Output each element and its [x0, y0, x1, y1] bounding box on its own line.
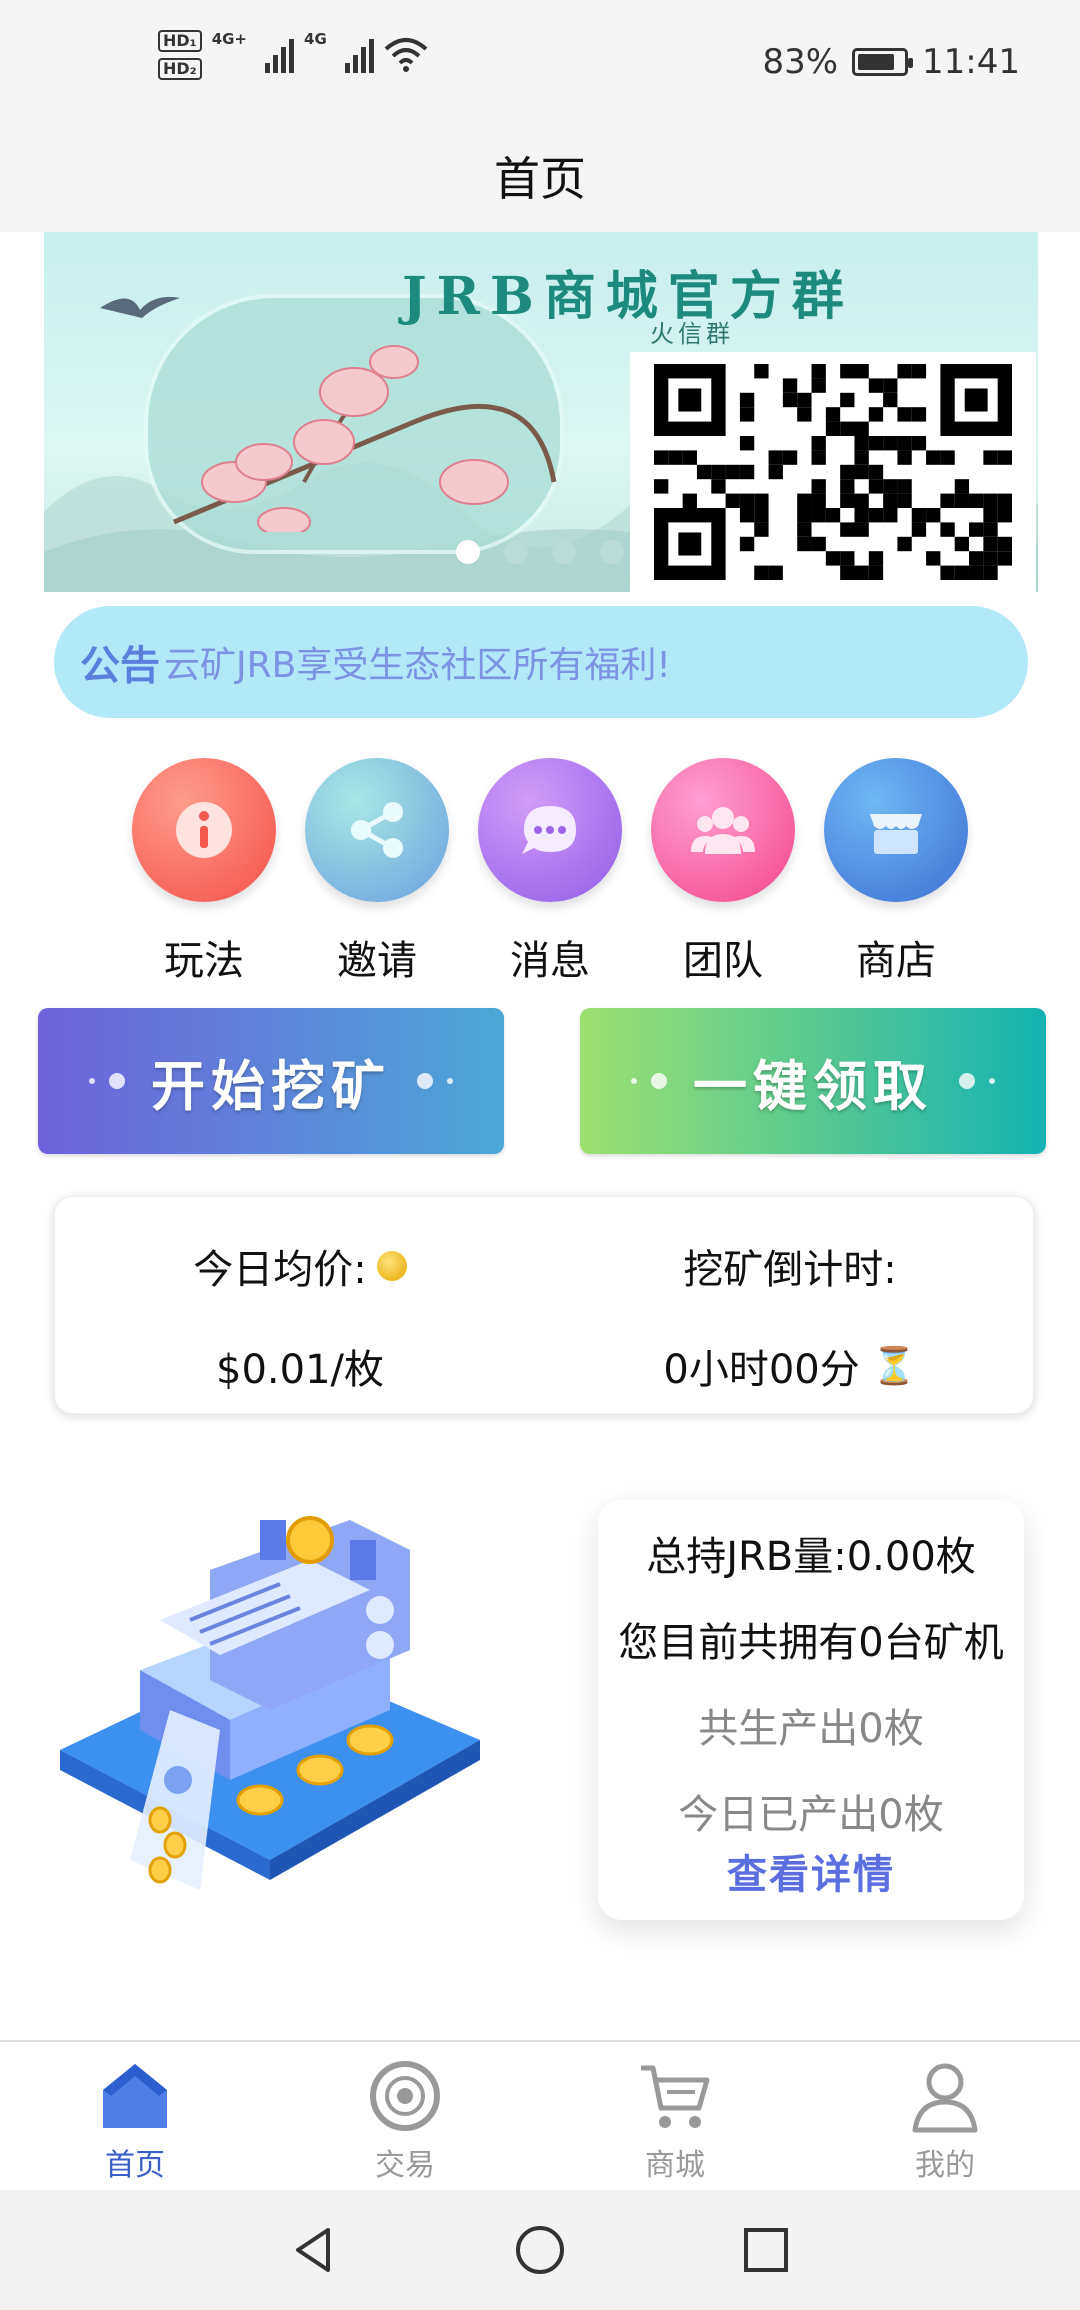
- shortcut-row: 玩法 邀请 消息 团队 商店: [120, 758, 980, 986]
- nav-trade[interactable]: 交易: [270, 2042, 540, 2190]
- system-navigation-bar: [0, 2190, 1080, 2310]
- trade-icon: [370, 2061, 440, 2131]
- home-circle-icon[interactable]: [512, 2222, 568, 2278]
- wifi-icon: [384, 38, 428, 72]
- title-bar: 首页: [0, 120, 1080, 232]
- start-mining-button[interactable]: 开始挖矿: [38, 1008, 504, 1154]
- status-bar: HD₁ HD₂ 4G+ 4G 83% 11:41: [0, 0, 1080, 120]
- countdown-value: 0小时00分: [663, 1347, 860, 1393]
- shortcut-label: 消息: [510, 938, 590, 984]
- claim-all-button[interactable]: 一键领取: [580, 1008, 1046, 1154]
- signal-icon: [344, 37, 374, 73]
- nav-profile[interactable]: 我的: [810, 2042, 1080, 2190]
- back-icon[interactable]: [286, 2222, 342, 2278]
- network-type-2: 4G: [304, 30, 327, 48]
- avg-price-value: $0.01/枚: [216, 1347, 384, 1393]
- magnolia-flower-illustration: [173, 345, 557, 532]
- clock: 11:41: [922, 42, 1020, 82]
- shortcut-store[interactable]: 商店: [812, 758, 980, 986]
- network-type-1: 4G+: [211, 30, 248, 48]
- mining-stats-card: 总持JRB量:0.00枚 您目前共拥有0台矿机 共生产出0枚 今日已产出0枚 查…: [598, 1500, 1024, 1920]
- nav-home[interactable]: 首页: [0, 2042, 270, 2190]
- shortcut-gameplay[interactable]: 玩法: [120, 758, 288, 986]
- total-output: 共生产出0枚: [698, 1706, 924, 1752]
- announcement-text: 云矿JRB享受生态社区所有福利!: [164, 645, 671, 686]
- hd-sim2-badge: HD₂: [158, 58, 202, 80]
- profile-icon: [912, 2063, 978, 2133]
- shortcut-label: 邀请: [337, 938, 417, 984]
- carousel-dot[interactable]: [504, 540, 528, 564]
- shortcut-invite[interactable]: 邀请: [293, 758, 461, 986]
- carousel-dot[interactable]: [456, 540, 480, 564]
- share-icon: [305, 758, 449, 902]
- qr-code: [630, 352, 1036, 592]
- home-icon: [103, 2064, 167, 2128]
- announcement-tag: 公告: [80, 643, 160, 689]
- announcement-bar[interactable]: 公告 云矿JRB享受生态社区所有福利!: [54, 606, 1028, 718]
- hourglass-icon: ⏳: [871, 1346, 917, 1387]
- banner-title: JRB商城官方群: [402, 266, 854, 327]
- start-mining-label: 开始挖矿: [151, 1054, 391, 1118]
- view-details-link[interactable]: 查看详情: [598, 1842, 1024, 1900]
- shortcut-team[interactable]: 团队: [639, 758, 807, 986]
- coin-icon: [376, 1251, 407, 1281]
- nav-label: 我的: [915, 2148, 975, 2183]
- machines-owned: 您目前共拥有0台矿机: [618, 1620, 1004, 1666]
- nav-label: 商城: [645, 2148, 705, 2183]
- banner-subtitle: 火信群: [650, 320, 734, 348]
- page-title: 首页: [494, 152, 586, 206]
- carousel-dots: [456, 540, 624, 564]
- bird-icon: [100, 296, 180, 318]
- team-icon: [651, 758, 795, 902]
- chat-icon: [478, 758, 622, 902]
- avg-price-label: 今日均价:: [193, 1247, 367, 1293]
- nav-label: 首页: [105, 2148, 165, 2183]
- hd-sim1-badge: HD₁: [158, 30, 202, 52]
- total-holding: 总持JRB量:0.00枚: [646, 1534, 976, 1580]
- shortcut-label: 商店: [856, 938, 936, 984]
- avg-price-section: 今日均价: $0.01/枚: [55, 1237, 545, 1395]
- store-icon: [824, 758, 968, 902]
- carousel-dot[interactable]: [552, 540, 576, 564]
- mining-machine-illustration: [60, 1516, 480, 1890]
- claim-all-label: 一键领取: [693, 1054, 933, 1118]
- qr-code-image: [654, 364, 1012, 580]
- shortcut-label: 玩法: [164, 938, 244, 984]
- cart-icon: [641, 2065, 710, 2128]
- banner-carousel[interactable]: JRB商城官方群 火信群: [44, 232, 1038, 592]
- price-card: 今日均价: $0.01/枚 挖矿倒计时: 0小时00分 ⏳: [54, 1196, 1034, 1414]
- carousel-dot[interactable]: [600, 540, 624, 564]
- network-indicators: HD₁ HD₂ 4G+ 4G: [158, 30, 428, 80]
- status-right: 83% 11:41: [762, 42, 1020, 82]
- countdown-label: 挖矿倒计时:: [683, 1247, 897, 1293]
- recents-icon[interactable]: [738, 2222, 794, 2278]
- bottom-navigation: 首页 交易 商城 我的: [0, 2040, 1080, 2190]
- battery-percent: 83%: [762, 42, 839, 82]
- info-icon: [132, 758, 276, 902]
- battery-icon: [852, 48, 914, 76]
- nav-label: 交易: [375, 2148, 435, 2183]
- signal-icon: [265, 37, 295, 73]
- countdown-section: 挖矿倒计时: 0小时00分 ⏳: [545, 1237, 1035, 1395]
- nav-mall[interactable]: 商城: [540, 2042, 810, 2190]
- shortcut-messages[interactable]: 消息: [466, 758, 634, 986]
- shortcut-label: 团队: [683, 938, 763, 984]
